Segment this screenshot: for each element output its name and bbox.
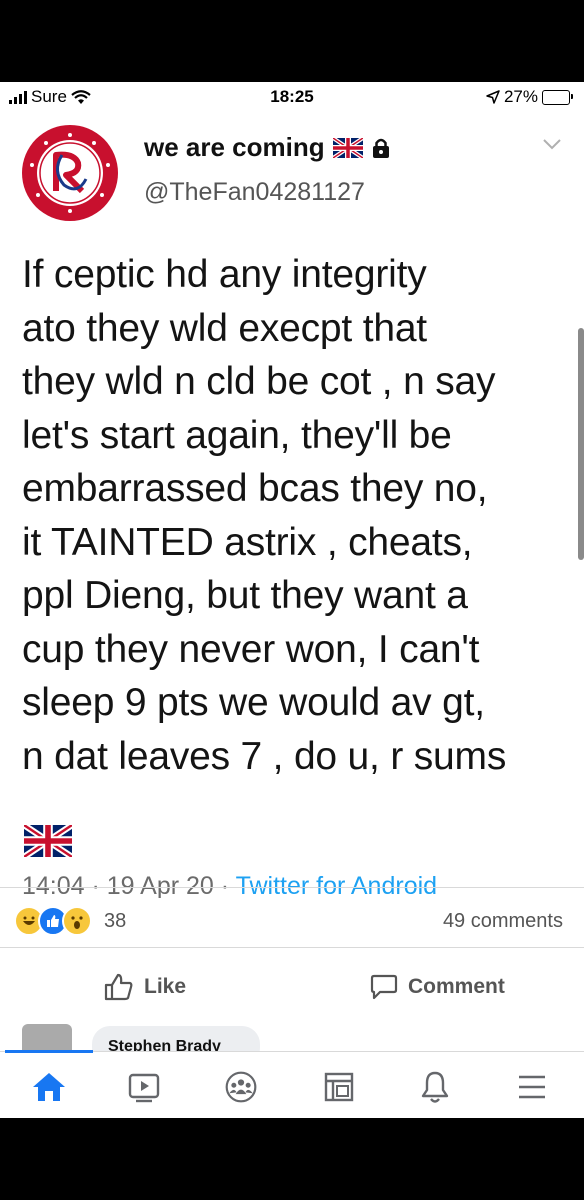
comment-bubble-icon [370,974,398,1000]
status-bar: Sure 18:25 27% [0,82,584,112]
groups-icon [225,1071,257,1103]
screen: Sure 18:25 27% we are coming @TheFan0428… [0,82,584,1118]
like-label: Like [144,975,187,998]
tab-watch[interactable] [127,1070,161,1104]
comment-button[interactable]: Comment [370,973,505,1001]
club-crest-icon [23,126,117,220]
user-handle: @TheFan04281127 [144,178,365,206]
tweet-text: If ceptic hd any integrity ato they wld … [22,253,507,778]
location-arrow-icon [486,90,500,104]
active-tab-indicator [5,1050,93,1053]
thumbs-up-icon [104,973,133,1001]
battery-group: 27% [486,87,573,107]
scrollbar[interactable] [578,328,584,560]
notifications-icon [421,1071,449,1103]
tweet-card: we are coming @TheFan04281127 If ceptic … [0,112,584,898]
home-icon [33,1073,65,1101]
tab-menu[interactable] [515,1070,549,1104]
battery-icon [542,89,573,105]
wow-reaction-icon [62,906,92,936]
display-name: we are coming [144,132,325,162]
action-bar: Like Comment [0,947,584,1028]
reaction-icons [14,906,92,936]
avatar[interactable] [22,125,118,221]
uk-flag-icon [24,825,72,857]
like-button[interactable]: Like [104,973,186,1001]
battery-percent: 27% [503,87,538,106]
comment-label: Comment [408,975,505,998]
display-name-row: we are coming [144,132,391,163]
chevron-down-icon[interactable] [542,138,562,150]
menu-icon [519,1075,545,1099]
tab-pages[interactable] [322,1070,356,1104]
tab-notifications[interactable] [418,1070,452,1104]
watch-icon [128,1073,160,1103]
uk-flag-icon [332,137,363,158]
comment-count[interactable]: 49 comments [443,910,563,933]
tab-home[interactable] [32,1070,66,1104]
bottom-tab-bar [0,1050,584,1118]
tab-groups[interactable] [224,1070,258,1104]
pages-icon [324,1072,354,1102]
reaction-summary[interactable]: 38 49 comments [0,887,584,948]
lock-icon [372,138,389,158]
reaction-count: 38 [104,910,127,932]
